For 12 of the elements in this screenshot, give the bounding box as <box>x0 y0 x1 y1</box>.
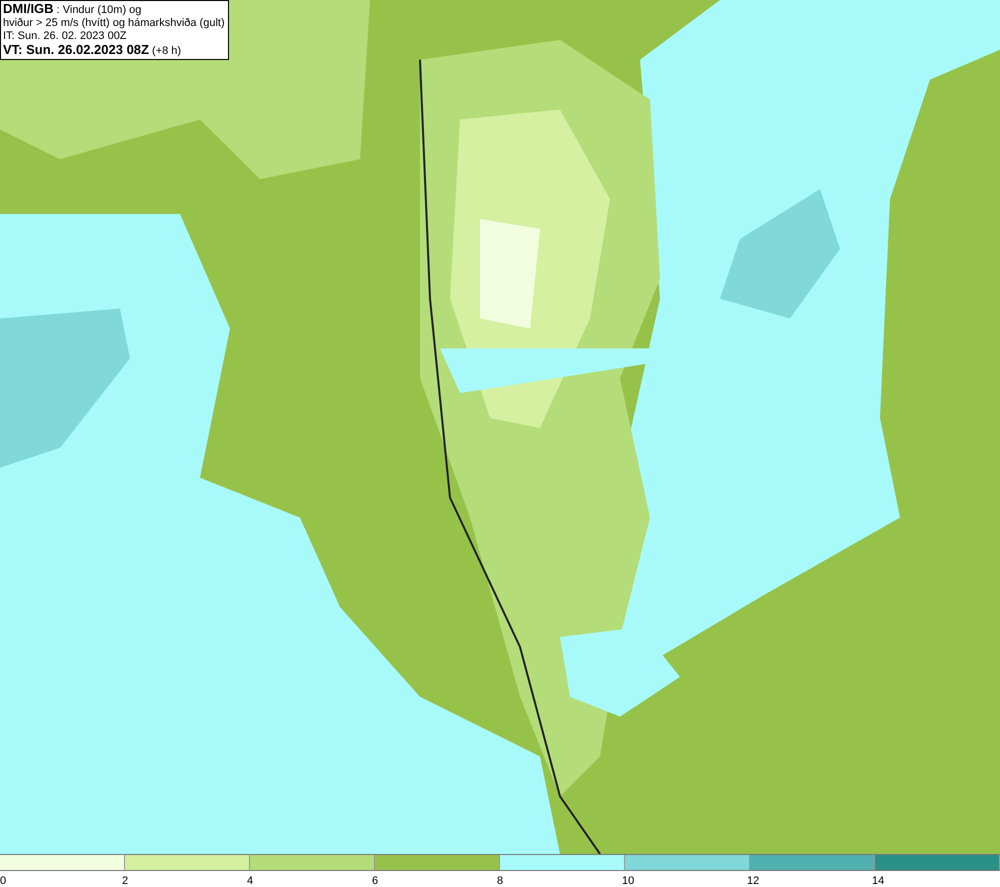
legend-label: 10 <box>622 874 634 887</box>
header-text: hviður > 25 m/s (hvítt) og hámarkshviða (gult) <box>3 17 225 30</box>
legend-label: 0 <box>0 874 6 887</box>
legend-label: 4 <box>247 874 254 887</box>
legend-label: 2 <box>122 874 128 887</box>
legend-label: 6 <box>372 874 378 887</box>
header-text: IT: Sun. 26. 02. 2023 00Z <box>3 30 128 43</box>
legend-label: 14 <box>872 874 884 887</box>
legend-label: 12 <box>747 874 760 887</box>
header-text: DMI/IGB : Vindur (10m) og <box>3 2 142 17</box>
header-text: VT: Sun. 26.02.2023 08Z (+8 h) <box>3 43 182 58</box>
legend-label: 8 <box>497 874 504 887</box>
